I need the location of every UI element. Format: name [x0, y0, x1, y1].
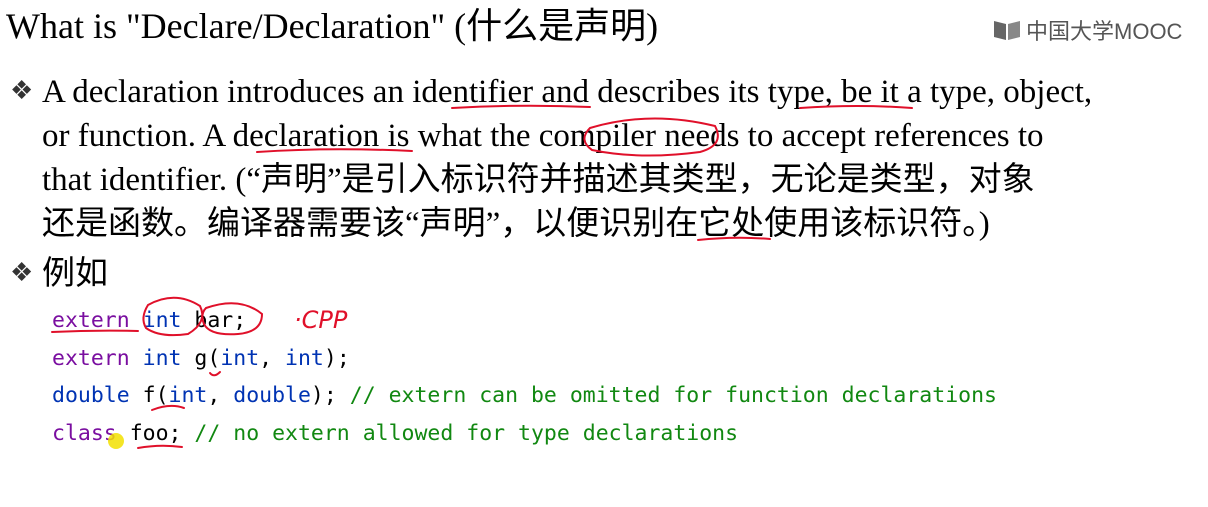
code-comment: // no extern allowed for type declaratio…	[194, 420, 739, 446]
paragraph-line-2: or function. A declaration is what the c…	[42, 114, 1207, 158]
code-type: int	[285, 345, 324, 371]
mooc-logo-text: 中国大学MOOC	[1026, 19, 1183, 44]
code-block: extern int bar; extern int g(int, int); …	[52, 302, 997, 452]
bullet-icon: ❖	[10, 76, 34, 105]
definition-paragraph: A declaration introduces an identifier a…	[42, 70, 1207, 246]
code-keyword: class	[52, 420, 117, 446]
text-segment: be it a type, object,	[832, 74, 1093, 110]
text-segment: or function. A	[42, 118, 233, 154]
code-type: int	[220, 345, 260, 371]
code-identifier: f(	[142, 383, 169, 408]
paragraph-line-4: 还是函数。编译器需要该“声明”，以便识别在它处使用该标识符。)	[42, 206, 990, 242]
slide-title: What is "Declare/Declaration" (什么是声明)	[6, 6, 659, 46]
code-keyword: extern	[52, 308, 130, 333]
mooc-logo: 中国大学MOOC	[992, 14, 1182, 46]
paragraph-line-3: that identifier. (“声明”是引入标识符并描述其类型，无论是类型…	[42, 162, 1035, 198]
code-keyword: extern	[52, 345, 130, 371]
text-its-type: its type,	[728, 74, 833, 110]
text-segment: and describes	[533, 74, 729, 110]
mooc-logo-icon	[994, 21, 1020, 40]
text-segment: A declaration introduces an	[42, 74, 413, 110]
code-type: int	[142, 308, 182, 333]
paragraph-line-1: A declaration introduces an identifier a…	[42, 70, 1207, 114]
code-identifier: g(	[194, 345, 221, 371]
text-declaration: declaration	[232, 118, 380, 154]
code-punct: );	[310, 383, 337, 408]
code-identifier: bar;	[194, 308, 247, 333]
code-line-2: extern int g(int, int);	[52, 340, 997, 378]
code-punct: );	[323, 345, 350, 371]
text-identifier: identifier	[412, 74, 534, 110]
code-type: int	[168, 383, 208, 408]
text-segment: is what the	[379, 118, 539, 154]
code-identifier: foo;	[129, 420, 182, 446]
code-type: double	[233, 383, 311, 408]
text-compiler: compiler	[538, 118, 657, 154]
bullet-icon: ❖	[10, 258, 34, 287]
code-punct: ,	[207, 383, 234, 408]
code-line-1: extern int bar;	[52, 302, 997, 340]
code-comment: // extern can be omitted for function de…	[349, 383, 997, 408]
example-label: 例如	[42, 256, 108, 292]
code-type: double	[52, 383, 130, 408]
code-punct: ,	[259, 345, 286, 371]
code-line-3: double f(int, double); // extern can be …	[52, 377, 997, 415]
code-type: int	[142, 345, 182, 371]
text-segment: needs to accept references to	[656, 118, 1044, 154]
code-line-4: class foo; // no extern allowed for type…	[52, 415, 997, 453]
